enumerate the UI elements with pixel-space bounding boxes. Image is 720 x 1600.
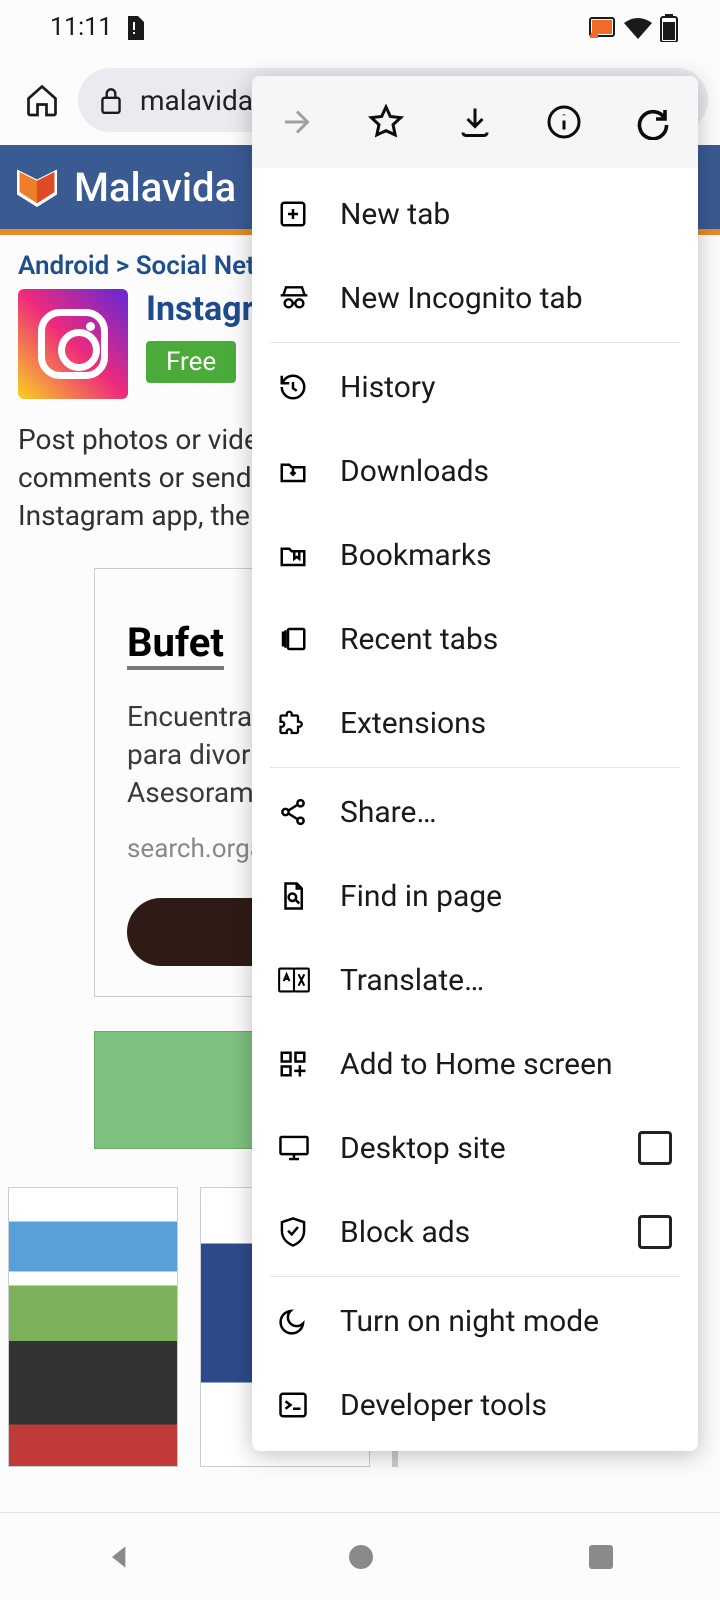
- back-button[interactable]: [104, 1541, 136, 1573]
- menu-desktop-site[interactable]: Desktop site: [252, 1106, 698, 1190]
- menu-label: Desktop site: [340, 1131, 506, 1166]
- menu-block-ads[interactable]: Block ads: [252, 1190, 698, 1274]
- menu-label: Block ads: [340, 1215, 470, 1250]
- menu-label: Share…: [340, 795, 437, 830]
- plus-square-icon: [278, 199, 312, 229]
- menu-label: Translate…: [340, 963, 484, 998]
- page-info-button[interactable]: [546, 104, 582, 140]
- app-title: Instagr: [146, 289, 254, 329]
- cast-icon: [588, 16, 616, 40]
- incognito-icon: [278, 282, 312, 314]
- translate-icon: [278, 967, 312, 993]
- menu-label: Add to Home screen: [340, 1047, 613, 1082]
- desktop-icon: [278, 1133, 312, 1163]
- menu-label: Developer tools: [340, 1388, 547, 1423]
- malavida-logo-icon: [12, 162, 62, 212]
- url-text: malavida: [140, 84, 253, 117]
- menu-share[interactable]: Share…: [252, 770, 698, 854]
- nav-home-icon: [345, 1541, 377, 1573]
- moon-icon: [278, 1306, 312, 1336]
- bookmark-folder-icon: [278, 540, 312, 570]
- recent-tabs-icon: [278, 624, 312, 654]
- nav-recents-icon: [586, 1542, 616, 1572]
- menu-night-mode[interactable]: Turn on night mode: [252, 1279, 698, 1363]
- shield-check-icon: [278, 1216, 312, 1248]
- home-button[interactable]: [12, 70, 72, 130]
- history-icon: [278, 372, 312, 402]
- block-ads-checkbox[interactable]: [638, 1215, 672, 1249]
- menu-downloads[interactable]: Downloads: [252, 429, 698, 513]
- status-bar: 11:11: [0, 0, 720, 55]
- share-icon: [278, 797, 312, 827]
- menu-separator: [270, 1276, 680, 1277]
- menu-label: Downloads: [340, 454, 489, 489]
- menu-find[interactable]: Find in page: [252, 854, 698, 938]
- price-badge: Free: [146, 341, 236, 383]
- menu-add-home[interactable]: Add to Home screen: [252, 1022, 698, 1106]
- terminal-icon: [278, 1391, 312, 1419]
- puzzle-icon: [278, 708, 312, 738]
- forward-button: [279, 104, 315, 140]
- menu-extensions[interactable]: Extensions: [252, 681, 698, 765]
- reload-button[interactable]: [635, 104, 671, 140]
- system-nav-bar: [0, 1512, 720, 1600]
- reload-icon: [635, 104, 671, 140]
- menu-bookmarks[interactable]: Bookmarks: [252, 513, 698, 597]
- menu-history[interactable]: History: [252, 345, 698, 429]
- menu-label: Turn on night mode: [340, 1304, 599, 1339]
- home-nav-button[interactable]: [345, 1541, 377, 1573]
- home-icon: [24, 82, 60, 118]
- menu-icon-row: [252, 76, 698, 168]
- recents-button[interactable]: [586, 1542, 616, 1572]
- add-to-home-icon: [278, 1049, 312, 1079]
- menu-label: New tab: [340, 197, 450, 232]
- site-name: Malavida: [74, 164, 236, 211]
- star-icon: [368, 104, 404, 140]
- menu-separator: [270, 767, 680, 768]
- menu-incognito[interactable]: New Incognito tab: [252, 256, 698, 340]
- menu-label: New Incognito tab: [340, 281, 583, 316]
- desktop-site-checkbox[interactable]: [638, 1131, 672, 1165]
- screenshot-thumb[interactable]: [8, 1187, 178, 1467]
- menu-label: Bookmarks: [340, 538, 492, 573]
- ad-headline: Bufet: [127, 619, 224, 670]
- menu-translate[interactable]: Translate…: [252, 938, 698, 1022]
- bookmark-star-button[interactable]: [368, 104, 404, 140]
- lock-icon: [98, 85, 124, 115]
- find-in-page-icon: [278, 881, 312, 911]
- instagram-app-icon[interactable]: [18, 289, 128, 399]
- menu-new-tab[interactable]: New tab: [252, 172, 698, 256]
- menu-label: Find in page: [340, 879, 502, 914]
- download-icon: [457, 104, 493, 140]
- menu-label: Recent tabs: [340, 622, 498, 657]
- folder-download-icon: [278, 456, 312, 486]
- browser-overflow-menu: New tab New Incognito tab History Downlo…: [252, 76, 698, 1451]
- menu-label: Extensions: [340, 706, 486, 741]
- wifi-icon: [624, 17, 652, 39]
- menu-label: History: [340, 370, 435, 405]
- menu-separator: [270, 342, 680, 343]
- sim-alert-icon: [124, 16, 144, 40]
- battery-icon: [660, 14, 678, 42]
- clock: 11:11: [50, 13, 112, 42]
- arrow-forward-icon: [279, 104, 315, 140]
- menu-recent-tabs[interactable]: Recent tabs: [252, 597, 698, 681]
- nav-back-icon: [104, 1541, 136, 1573]
- menu-devtools[interactable]: Developer tools: [252, 1363, 698, 1447]
- download-button[interactable]: [457, 104, 493, 140]
- info-icon: [546, 104, 582, 140]
